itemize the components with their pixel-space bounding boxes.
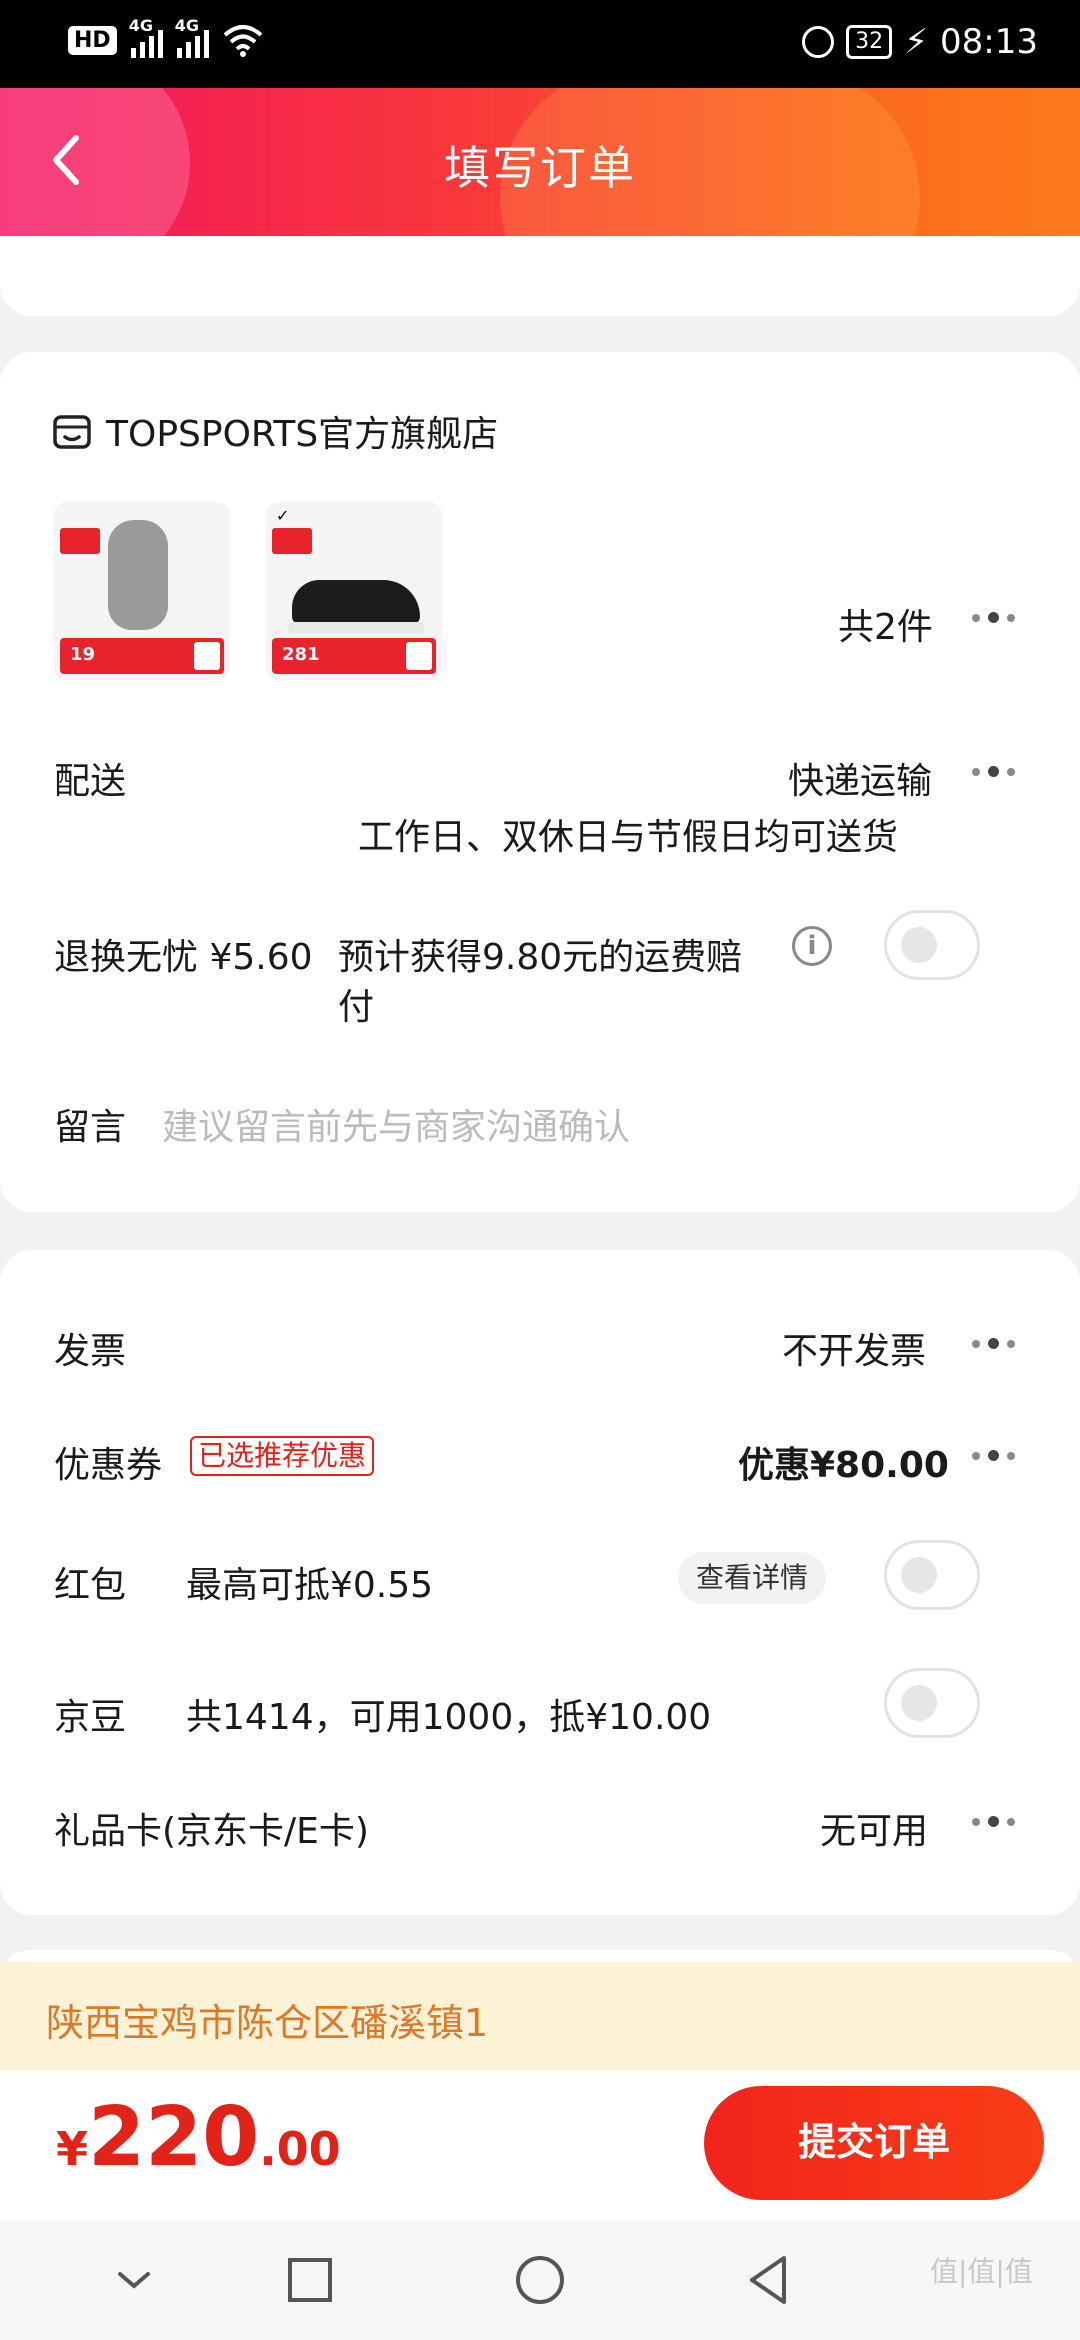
- delivery-note: 工作日、双休日与节假日均可送货: [358, 817, 899, 858]
- red-packet-label: 红包: [54, 1565, 127, 1606]
- gift-card-label: 礼品卡(京东卡/E卡): [54, 1811, 369, 1852]
- total-integer: 220: [88, 2090, 260, 2185]
- message-label: 留言: [54, 1107, 127, 1148]
- address-text: 陕西宝鸡市陈仓区磻溪镇1: [46, 2001, 489, 2045]
- store-icon: [53, 415, 91, 449]
- jingdou-toggle[interactable]: [884, 1668, 980, 1738]
- product-thumbnail[interactable]: 19: [54, 502, 230, 680]
- alarm-icon: [802, 26, 835, 58]
- status-left: HD 4G 4G: [68, 16, 263, 58]
- return-insurance-desc: 预计获得9.80元的运费赔: [338, 937, 743, 978]
- gift-card-value[interactable]: 无可用: [820, 1802, 928, 1854]
- status-bar: HD 4G 4G 32 ⚡ 08:13: [0, 0, 1080, 88]
- product-thumbnail[interactable]: ✓ 281: [266, 502, 442, 680]
- total-decimal: .00: [259, 2122, 341, 2176]
- more-dots-icon[interactable]: [972, 766, 1015, 777]
- more-dots-icon[interactable]: [972, 1338, 1015, 1349]
- status-right: 32 ⚡ 08:13: [802, 22, 1038, 62]
- signal-icon-1: 4G: [129, 16, 163, 58]
- red-packet-desc: 最高可抵¥0.55: [186, 1565, 434, 1606]
- hd-icon: HD: [68, 25, 117, 55]
- submit-order-button[interactable]: 提交订单: [704, 2086, 1044, 2200]
- wifi-icon: [223, 25, 263, 57]
- return-insurance-toggle[interactable]: [884, 910, 980, 980]
- price-band: 281: [272, 638, 436, 674]
- address-bar[interactable]: 陕西宝鸡市陈仓区磻溪镇1: [0, 1962, 1080, 2070]
- header: 填写订单: [0, 88, 1080, 236]
- shop-name: TOPSPORTS官方旗舰店: [106, 414, 499, 455]
- price-band: 19: [60, 638, 224, 674]
- more-dots-icon[interactable]: [972, 1816, 1015, 1827]
- product-price-tag: 281: [282, 644, 320, 665]
- signal-icon-2: 4G: [175, 16, 209, 58]
- clock: 08:13: [940, 22, 1038, 62]
- product-price-tag: 19: [70, 644, 96, 665]
- jingdou-desc: 共1414，可用1000，抵¥10.00: [186, 1697, 712, 1738]
- nav-back-icon[interactable]: [740, 2250, 800, 2310]
- shoe-image: [288, 580, 424, 634]
- system-nav-bar: [0, 2220, 1080, 2340]
- delivery-label: 配送: [54, 761, 127, 802]
- order-total: ¥220.00: [56, 2090, 341, 2185]
- currency-symbol: ¥: [56, 2122, 89, 2176]
- info-icon[interactable]: i: [792, 926, 832, 966]
- coupon-recommended-tag: 已选推荐优惠: [190, 1436, 375, 1476]
- return-insurance-label: 退换无忧 ¥5.60: [54, 937, 313, 978]
- watermark: 值|值|值: [930, 2255, 1033, 2288]
- invoice-label: 发票: [54, 1331, 127, 1372]
- shop-header[interactable]: TOPSPORTS官方旗舰店: [52, 405, 498, 457]
- battery-icon: 32: [846, 25, 893, 59]
- sock-image: [108, 520, 168, 630]
- delivery-value[interactable]: 快递运输: [788, 752, 932, 804]
- view-details-button[interactable]: 查看详情: [678, 1552, 827, 1604]
- page-title: 填写订单: [444, 141, 636, 195]
- coupon-value[interactable]: 优惠¥80.00: [738, 1436, 949, 1488]
- jingdou-label: 京豆: [54, 1697, 127, 1738]
- promo-badge: [272, 528, 312, 554]
- nav-recents-icon[interactable]: [280, 2250, 340, 2310]
- item-count[interactable]: 共2件: [838, 598, 933, 650]
- nav-home-icon[interactable]: [510, 2250, 570, 2310]
- more-dots-icon[interactable]: [972, 612, 1015, 623]
- return-insurance-desc-cont: 付: [338, 987, 375, 1028]
- red-packet-toggle[interactable]: [884, 1540, 980, 1610]
- invoice-value[interactable]: 不开发票: [782, 1322, 926, 1374]
- nav-hide-icon[interactable]: [104, 2250, 164, 2310]
- coupon-label: 优惠券: [54, 1445, 163, 1486]
- nike-logo: ✓: [276, 506, 290, 525]
- charging-icon: ⚡: [904, 22, 929, 62]
- more-dots-icon[interactable]: [972, 1450, 1015, 1461]
- message-input[interactable]: 建议留言前先与商家沟通确认: [162, 1098, 630, 1150]
- promo-badge: [60, 528, 100, 554]
